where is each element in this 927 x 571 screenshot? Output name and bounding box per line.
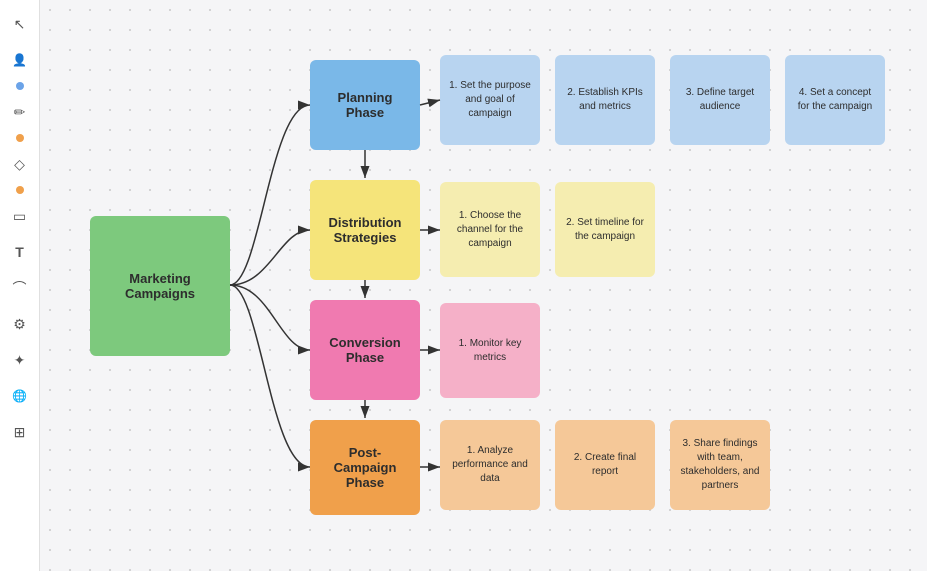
dot-orange2 [16,186,24,194]
text-icon[interactable]: T [6,238,34,266]
connector-icon[interactable]: ⌒ [6,274,34,302]
distribution-sub-1-label: 1. Choose the channel for the campaign [448,209,532,251]
postcampaign-sub-3-label: 3. Share findings with team, stakeholder… [678,437,762,493]
distribution-label: Distribution Strategies [320,215,410,245]
postcampaign-sub-3[interactable]: 3. Share findings with team, stakeholder… [670,420,770,510]
planning-sub-1-label: 1. Set the purpose and goal of campaign [448,79,532,121]
postcampaign-sub-2-label: 2. Create final report [563,451,647,479]
postcampaign-sub-1[interactable]: 1. Analyze performance and data [440,420,540,510]
planning-sub-4-label: 4. Set a concept for the campaign [793,86,877,114]
distribution-sub-2-label: 2. Set timeline for the campaign [563,216,647,244]
planning-sub-2[interactable]: 2. Establish KPIs and metrics [555,55,655,145]
canvas: Marketing Campaigns Planning Phase Distr… [40,0,927,571]
center-node[interactable]: Marketing Campaigns [90,216,230,356]
globe-icon[interactable]: 🌐 [6,382,34,410]
sidebar: ↖ 👤 ✏ ◇ ▭ T ⌒ ⚙ ✦ 🌐 ⊞ [0,0,40,571]
planning-label: Planning Phase [320,90,410,120]
distribution-phase-box[interactable]: Distribution Strategies [310,180,420,280]
conversion-sub-1[interactable]: 1. Monitor key metrics [440,303,540,398]
postcampaign-label: Post-Campaign Phase [320,445,410,490]
center-label: Marketing Campaigns [100,271,220,301]
pencil-icon[interactable]: ✏ [6,98,34,126]
planning-sub-2-label: 2. Establish KPIs and metrics [563,86,647,114]
planning-sub-4[interactable]: 4. Set a concept for the campaign [785,55,885,145]
dot-orange [16,134,24,142]
image-icon[interactable]: ⊞ [6,418,34,446]
distribution-sub-2[interactable]: 2. Set timeline for the campaign [555,182,655,277]
planning-phase-box[interactable]: Planning Phase [310,60,420,150]
settings-icon[interactable]: ⚙ [6,310,34,338]
dot-blue [16,82,24,90]
shape-icon[interactable]: ◇ [6,150,34,178]
conversion-phase-box[interactable]: Conversion Phase [310,300,420,400]
users-icon[interactable]: 👤 [6,46,34,74]
note-icon[interactable]: ▭ [6,202,34,230]
magic-icon[interactable]: ✦ [6,346,34,374]
planning-sub-3-label: 3. Define target audience [678,86,762,114]
cursor-icon[interactable]: ↖ [6,10,34,38]
postcampaign-sub-1-label: 1. Analyze performance and data [448,444,532,486]
postcampaign-phase-box[interactable]: Post-Campaign Phase [310,420,420,515]
conversion-label: Conversion Phase [320,335,410,365]
planning-sub-1[interactable]: 1. Set the purpose and goal of campaign [440,55,540,145]
postcampaign-sub-2[interactable]: 2. Create final report [555,420,655,510]
conversion-sub-1-label: 1. Monitor key metrics [448,337,532,365]
distribution-sub-1[interactable]: 1. Choose the channel for the campaign [440,182,540,277]
planning-sub-3[interactable]: 3. Define target audience [670,55,770,145]
